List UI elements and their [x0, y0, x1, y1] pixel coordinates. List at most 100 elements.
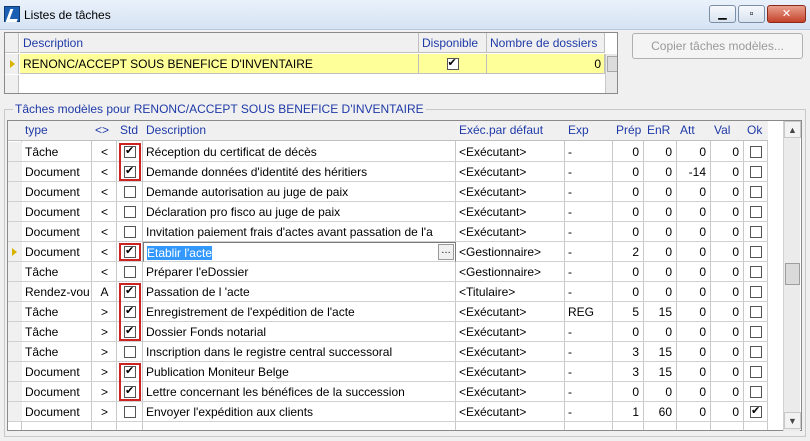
grid-cell-ok[interactable] [744, 202, 768, 222]
ok-checkbox[interactable] [750, 186, 762, 198]
grid-cell-dir[interactable]: > [92, 302, 117, 322]
std-checkbox[interactable] [124, 186, 136, 198]
grid-cell-prep[interactable]: 0 [613, 182, 644, 202]
minimize-button[interactable]: ▁ [709, 5, 736, 23]
grid-cell-description[interactable]: Préparer l'eDossier [143, 262, 456, 282]
grid-cell-enr[interactable]: 0 [644, 382, 677, 402]
grid-cell-prep[interactable]: 0 [613, 282, 644, 302]
grid-cell-val[interactable]: 0 [711, 222, 744, 242]
grid-cell-type[interactable]: Tâche [22, 142, 92, 162]
grid-cell-type[interactable]: Tâche [22, 262, 92, 282]
grid-cell-val[interactable]: 0 [711, 302, 744, 322]
grid-vertical-scrollbar[interactable]: ▲ ▼ [783, 121, 801, 431]
grid-cell-att[interactable]: 0 [677, 362, 711, 382]
grid-cell-exec[interactable]: <Exécutant> [456, 142, 565, 162]
grid-cell-att[interactable]: 0 [677, 302, 711, 322]
grid-cell-exp[interactable]: - [565, 262, 613, 282]
grid-cell-prep[interactable]: 5 [613, 302, 644, 322]
grid-cell-att[interactable]: 0 [677, 342, 711, 362]
grid-cell-ok[interactable] [744, 282, 768, 302]
grid-cell-type[interactable]: Document [22, 202, 92, 222]
ok-checkbox[interactable] [750, 386, 762, 398]
grid-cell-enr[interactable]: 0 [644, 222, 677, 242]
grid-cell-prep[interactable]: 0 [613, 262, 644, 282]
grid-cell-std[interactable] [117, 222, 143, 242]
grid-cell-exp[interactable]: - [565, 362, 613, 382]
grid-cell-val[interactable]: 0 [711, 362, 744, 382]
grid-cell-ok[interactable] [744, 182, 768, 202]
grid-cell-enr[interactable]: 0 [644, 182, 677, 202]
ok-checkbox[interactable] [750, 286, 762, 298]
grid-cell-att[interactable]: 0 [677, 242, 711, 262]
grid-cell-dir[interactable]: > [92, 402, 117, 422]
grid-cell-dir[interactable]: A [92, 282, 117, 302]
grid-cell-dir[interactable]: < [92, 262, 117, 282]
grid-cell-exp[interactable]: - [565, 342, 613, 362]
grid-cell-enr[interactable]: 0 [644, 242, 677, 262]
grid-cell-description[interactable]: Enregistrement de l'expédition de l'acte [143, 302, 456, 322]
ok-checkbox[interactable] [750, 404, 762, 418]
col-header-description[interactable]: Description [20, 33, 419, 53]
grid-cell-type[interactable]: Document [22, 242, 92, 262]
std-checkbox[interactable] [124, 206, 136, 218]
grid-cell-ok[interactable] [744, 362, 768, 382]
grid-cell-description[interactable]: Réception du certificat de décès [143, 142, 456, 162]
grid-cell-std[interactable] [117, 402, 143, 422]
grid-cell-std[interactable] [117, 342, 143, 362]
grid-cell-att[interactable]: 0 [677, 402, 711, 422]
grid-cell-dir[interactable]: < [92, 242, 117, 262]
ok-checkbox[interactable] [750, 326, 762, 338]
grid-cell-description[interactable]: Dossier Fonds notarial [143, 322, 456, 342]
grid-cell-exec[interactable]: <Exécutant> [456, 362, 565, 382]
grid-cell-type[interactable]: Tâche [22, 322, 92, 342]
grid-cell-enr[interactable]: 15 [644, 342, 677, 362]
ok-checkbox[interactable] [750, 226, 762, 238]
grid-cell-ok[interactable] [744, 222, 768, 242]
grid-cell-dir[interactable]: > [92, 382, 117, 402]
col-header-dir[interactable]: <> [92, 121, 117, 141]
grid-cell-att[interactable]: 0 [677, 382, 711, 402]
model-tasks-grid[interactable]: type <> Std Description Exéc.par défaut Exp Pr… [7, 120, 802, 431]
grid-cell-prep[interactable]: 2 [613, 242, 644, 262]
grid-cell-prep[interactable]: 0 [613, 322, 644, 342]
ok-checkbox[interactable] [750, 346, 762, 358]
grid-cell-enr[interactable]: 60 [644, 402, 677, 422]
task-list-nombre[interactable]: 0 [487, 54, 605, 74]
col-header-exp[interactable]: Exp [565, 121, 613, 141]
ok-checkbox[interactable] [750, 246, 762, 258]
grid-cell-exec[interactable]: <Exécutant> [456, 302, 565, 322]
grid-cell-att[interactable]: 0 [677, 222, 711, 242]
grid-cell-att[interactable]: 0 [677, 262, 711, 282]
col-header-description[interactable]: Description [143, 121, 456, 141]
top-grid-scrollbar[interactable] [605, 54, 617, 93]
grid-cell-att[interactable]: 0 [677, 322, 711, 342]
grid-cell-val[interactable]: 0 [711, 282, 744, 302]
grid-cell-ok[interactable] [744, 342, 768, 362]
close-button[interactable]: ✕ [767, 5, 806, 23]
grid-cell-prep[interactable]: 0 [613, 142, 644, 162]
grid-cell-type[interactable]: Document [22, 382, 92, 402]
grid-cell-prep[interactable]: 3 [613, 342, 644, 362]
grid-cell-val[interactable]: 0 [711, 262, 744, 282]
grid-cell-exp[interactable]: - [565, 202, 613, 222]
ok-checkbox[interactable] [750, 206, 762, 218]
grid-cell-exp[interactable]: - [565, 322, 613, 342]
task-list-grid[interactable]: Description Disponible Nombre de dossier… [4, 32, 618, 94]
col-header-type[interactable]: type [22, 121, 92, 141]
ellipsis-button[interactable]: … [438, 244, 454, 260]
grid-cell-exec[interactable]: <Exécutant> [456, 342, 565, 362]
grid-cell-prep[interactable]: 1 [613, 402, 644, 422]
grid-cell-exp[interactable]: - [565, 142, 613, 162]
ok-checkbox[interactable] [750, 266, 762, 278]
col-header-disponible[interactable]: Disponible [419, 33, 487, 53]
grid-cell-exec[interactable]: <Exécutant> [456, 222, 565, 242]
grid-cell-val[interactable]: 0 [711, 142, 744, 162]
grid-cell-enr[interactable]: 0 [644, 282, 677, 302]
copy-model-tasks-button[interactable]: Copier tâches modèles... [632, 33, 803, 59]
col-header-nombre-dossiers[interactable]: Nombre de dossiers [487, 33, 605, 53]
grid-cell-att[interactable]: 0 [677, 282, 711, 302]
scroll-down-icon[interactable]: ▼ [784, 412, 801, 429]
grid-cell-enr[interactable]: 0 [644, 322, 677, 342]
grid-cell-dir[interactable]: < [92, 162, 117, 182]
grid-cell-exp[interactable]: - [565, 402, 613, 422]
